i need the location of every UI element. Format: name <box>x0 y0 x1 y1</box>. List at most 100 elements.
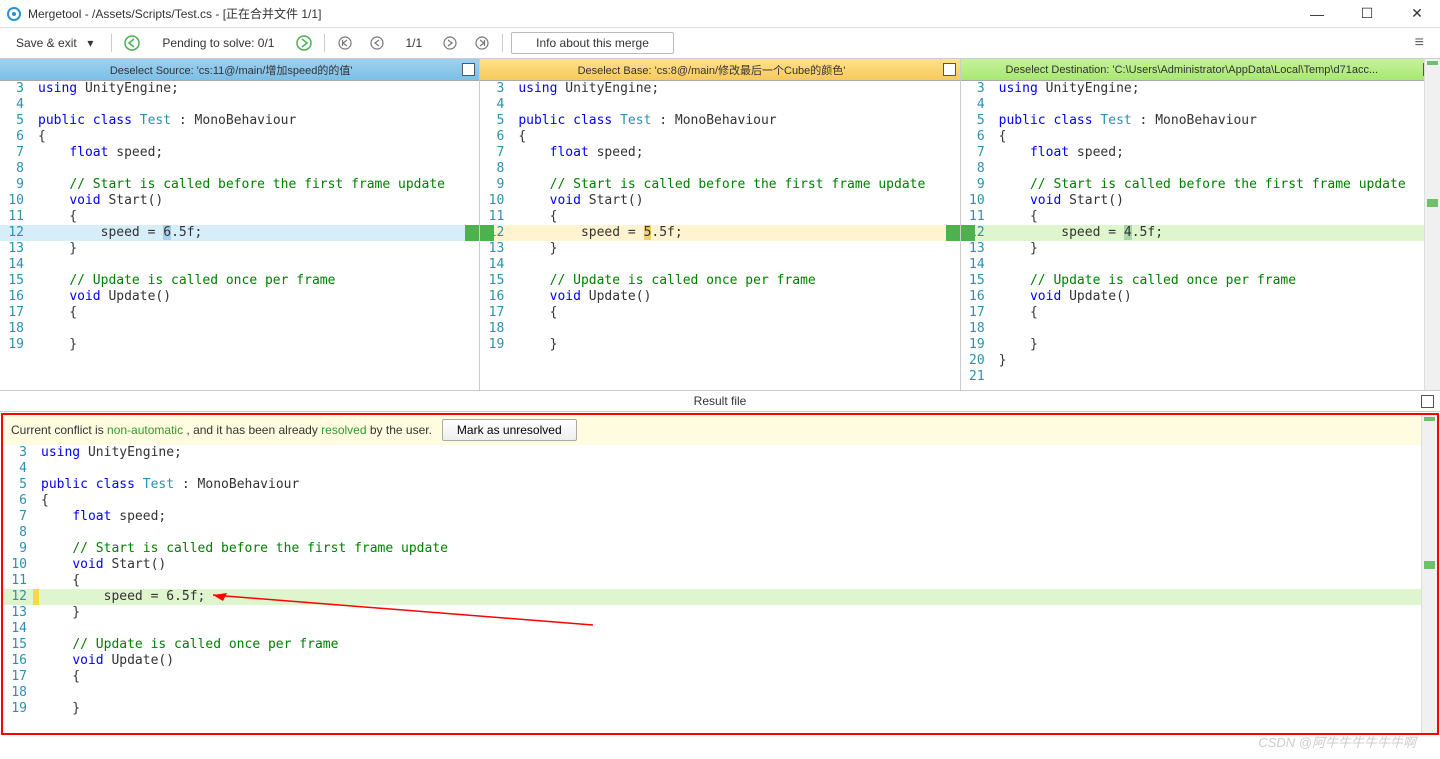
prev-conflict-icon[interactable] <box>120 31 144 55</box>
destination-code[interactable]: 3using UnityEngine;45public class Test :… <box>961 81 1440 390</box>
code-line: 18 <box>3 685 1437 701</box>
code-line: 11 { <box>3 573 1437 589</box>
base-code[interactable]: 3using UnityEngine;45public class Test :… <box>480 81 959 390</box>
code-line: 17 { <box>0 305 479 321</box>
code-line: 7 float speed; <box>0 145 479 161</box>
code-line: 15 // Update is called once per frame <box>961 273 1440 289</box>
code-line: 19 } <box>961 337 1440 353</box>
conflict-bar: Current conflict is non-automatic , and … <box>3 415 1437 445</box>
code-line: 4 <box>480 97 959 113</box>
mark-unresolved-button[interactable]: Mark as unresolved <box>442 419 577 441</box>
code-line: 9 // Start is called before the first fr… <box>0 177 479 193</box>
menu-icon[interactable]: ≡ <box>1415 34 1434 52</box>
conflict-text: Current conflict is non-automatic , and … <box>11 423 432 437</box>
code-line: 6{ <box>961 129 1440 145</box>
code-line: 10 void Start() <box>0 193 479 209</box>
code-line: 13 } <box>961 241 1440 257</box>
save-exit-button[interactable]: Save & exit ▾ <box>6 34 103 52</box>
result-header: Result file <box>0 390 1440 412</box>
code-line: 17 { <box>480 305 959 321</box>
code-line: 6{ <box>3 493 1437 509</box>
code-line: 16 void Update() <box>0 289 479 305</box>
code-line: 19 } <box>480 337 959 353</box>
info-button[interactable]: Info about this merge <box>511 32 674 54</box>
code-line: 15 // Update is called once per frame <box>3 637 1437 653</box>
toolbar: Save & exit ▾ Pending to solve: 0/1 1/1 … <box>0 28 1440 58</box>
code-line: 3using UnityEngine; <box>961 81 1440 97</box>
base-pane: Deselect Base: 'cs:8@/main/修改最后一个Cube的颜色… <box>480 59 960 390</box>
first-icon[interactable] <box>333 31 357 55</box>
code-line: 4 <box>3 461 1437 477</box>
code-line: 14 <box>961 257 1440 273</box>
maximize-button[interactable]: ☐ <box>1354 1 1380 27</box>
code-line: 21 <box>961 369 1440 385</box>
base-header[interactable]: Deselect Base: 'cs:8@/main/修改最后一个Cube的颜色… <box>480 59 959 81</box>
watermark: CSDN @阿牛牛牛牛牛牛啊 <box>1258 732 1416 751</box>
source-header[interactable]: Deselect Source: 'cs:11@/main/增加speed的的值… <box>0 59 479 81</box>
code-line: 7 float speed; <box>961 145 1440 161</box>
destination-header[interactable]: Deselect Destination: 'C:\Users\Administ… <box>961 59 1440 81</box>
maximize-pane-icon[interactable] <box>462 63 475 76</box>
code-line: 16 void Update() <box>480 289 959 305</box>
code-line: 12 speed = 6.5f; <box>0 225 479 241</box>
code-line: 17 { <box>961 305 1440 321</box>
source-code[interactable]: 3using UnityEngine;45public class Test :… <box>0 81 479 390</box>
counter-label: 1/1 <box>397 36 430 50</box>
code-line: 3using UnityEngine; <box>3 445 1437 461</box>
minimize-button[interactable]: — <box>1304 1 1330 27</box>
prev-icon[interactable] <box>365 31 389 55</box>
code-line: 12 speed = 6.5f; <box>3 589 1437 605</box>
result-panel: Current conflict is non-automatic , and … <box>1 413 1439 735</box>
result-scrollbar[interactable] <box>1421 415 1437 733</box>
code-line: 3using UnityEngine; <box>0 81 479 97</box>
code-line: 9 // Start is called before the first fr… <box>480 177 959 193</box>
code-line: 10 void Start() <box>961 193 1440 209</box>
code-line: 15 // Update is called once per frame <box>480 273 959 289</box>
code-line: 16 void Update() <box>3 653 1437 669</box>
code-line: 8 <box>0 161 479 177</box>
code-line: 4 <box>961 97 1440 113</box>
code-line: 20} <box>961 353 1440 369</box>
maximize-pane-icon[interactable] <box>943 63 956 76</box>
code-line: 11 { <box>961 209 1440 225</box>
close-button[interactable]: ✕ <box>1404 1 1430 27</box>
source-pane: Deselect Source: 'cs:11@/main/增加speed的的值… <box>0 59 480 390</box>
code-line: 11 { <box>480 209 959 225</box>
code-line: 8 <box>480 161 959 177</box>
code-line: 6{ <box>0 129 479 145</box>
code-line: 5public class Test : MonoBehaviour <box>480 113 959 129</box>
pending-label: Pending to solve: 0/1 <box>152 34 284 52</box>
code-line: 7 float speed; <box>3 509 1437 525</box>
app-icon <box>6 6 22 22</box>
next-icon[interactable] <box>438 31 462 55</box>
titlebar: Mergetool - /Assets/Scripts/Test.cs - [正… <box>0 0 1440 28</box>
code-line: 13 } <box>3 605 1437 621</box>
code-line: 11 { <box>0 209 479 225</box>
scrollbar[interactable] <box>1424 59 1440 390</box>
code-line: 15 // Update is called once per frame <box>0 273 479 289</box>
code-line: 18 <box>961 321 1440 337</box>
code-line: 7 float speed; <box>480 145 959 161</box>
result-code[interactable]: 3using UnityEngine;45public class Test :… <box>3 445 1437 733</box>
code-line: 6{ <box>480 129 959 145</box>
code-line: 18 <box>0 321 479 337</box>
code-line: 5public class Test : MonoBehaviour <box>961 113 1440 129</box>
code-line: 9 // Start is called before the first fr… <box>961 177 1440 193</box>
code-line: 12 speed = 5.5f; <box>480 225 959 241</box>
code-line: 14 <box>3 621 1437 637</box>
last-icon[interactable] <box>470 31 494 55</box>
code-line: 3using UnityEngine; <box>480 81 959 97</box>
code-line: 10 void Start() <box>3 557 1437 573</box>
code-line: 13 } <box>480 241 959 257</box>
code-line: 10 void Start() <box>480 193 959 209</box>
next-conflict-icon[interactable] <box>292 31 316 55</box>
code-line: 12 speed = 4.5f; <box>961 225 1440 241</box>
code-line: 19 } <box>0 337 479 353</box>
code-line: 5public class Test : MonoBehaviour <box>3 477 1437 493</box>
code-line: 19 } <box>3 701 1437 717</box>
code-line: 5public class Test : MonoBehaviour <box>0 113 479 129</box>
code-line: 4 <box>0 97 479 113</box>
code-line: 8 <box>3 525 1437 541</box>
maximize-result-icon[interactable] <box>1421 395 1434 408</box>
code-line: 14 <box>0 257 479 273</box>
